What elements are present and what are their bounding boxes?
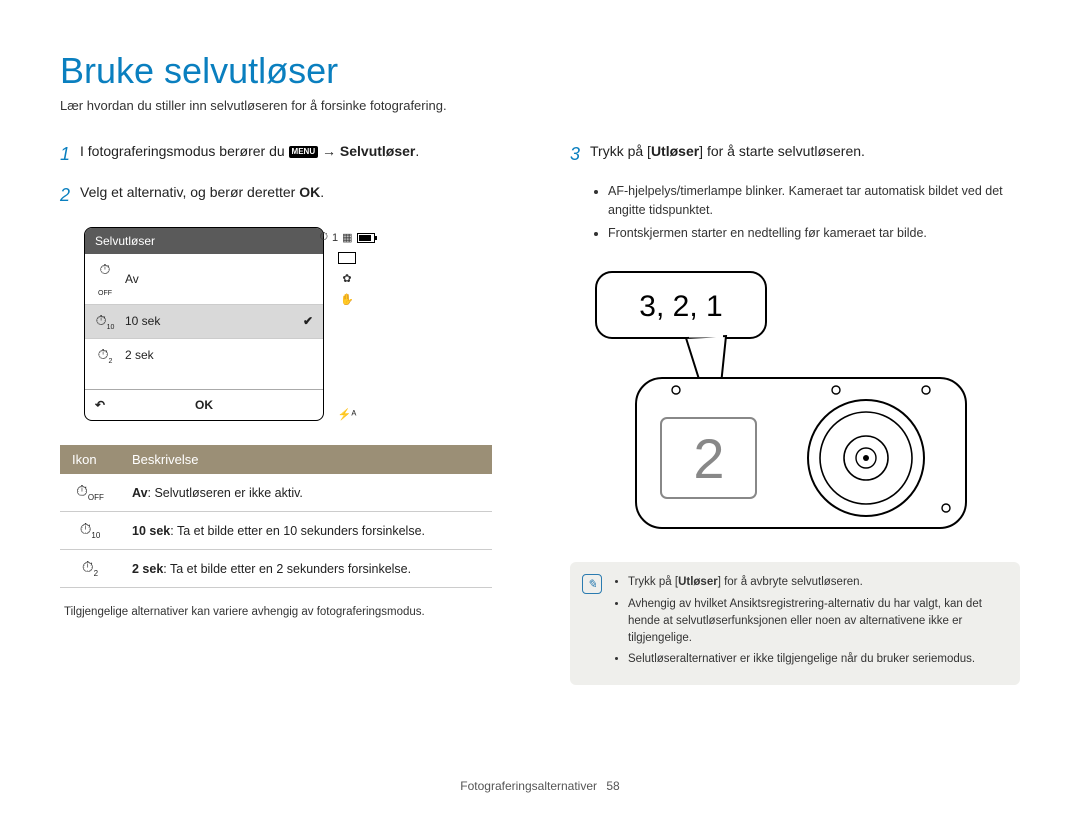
page-title: Bruke selvutløser [60,50,1020,92]
row-bold: Av [132,486,148,500]
step1-bold: Selvutløser [340,143,415,159]
menu-row-label: 10 sek [125,314,160,328]
step3-bullets: AF-hjelpelys/timerlampe blinker. Kamerae… [594,182,1020,242]
menu-row-label: Av [125,272,139,286]
step-2: 2 Velg et alternativ, og berør deretter … [60,182,510,209]
shot-count: 1 [332,232,338,244]
front-screen-number: 2 [693,427,724,490]
table-row: ⏱2 2 sek: Ta et bilde etter en 2 sekunde… [60,550,492,588]
step2-text: Velg et alternativ, og berør deretter [80,184,299,200]
footnote: Tilgjengelige alternativer kan variere a… [64,606,510,618]
table-row: ⏱10 10 sek: Ta et bilde etter en 10 seku… [60,512,492,550]
menu-list: ⏱OFF Av ⏱10 10 sek ✔ ⏱2 2 sek [85,254,323,389]
camera-menu-screenshot: Selvutløser ⏱OFF Av ⏱10 10 sek ✔ ⏱2 2 se… [84,227,510,421]
step-number: 2 [60,182,80,209]
menu-row-label: 2 sek [125,348,154,362]
stabilizer-icon: ✋ [340,293,354,306]
step-1: 1 I fotograferingsmodus berører du MENU … [60,141,510,168]
menu-row-off[interactable]: ⏱OFF Av [85,254,323,305]
step3-bold: Utløser [651,143,699,159]
step3-post: ] for å starte selvutløseren. [699,143,865,159]
row-bold: 10 sek [132,524,170,538]
left-column: 1 I fotograferingsmodus berører du MENU … [60,141,510,685]
footer-section: Fotograferingsalternativer [460,779,597,793]
list-item: AF-hjelpelys/timerlampe blinker. Kamerae… [608,182,1020,220]
camera-illustration: 3, 2, 1 2 [576,268,996,538]
step-number: 1 [60,141,80,168]
timer-off-icon: ⏱OFF [60,474,120,512]
menu-row-2sek[interactable]: ⏱2 2 sek [85,339,323,372]
side-status-icons: ⏱ 1 ▦ ✿ ✋ ⚡ᴬ [334,227,360,421]
list-item: Avhengig av hvilket Ansiktsregistrering-… [628,596,1006,648]
ok-button[interactable]: OK [155,398,253,412]
table-row: ⏱OFF Av: Selvutløseren er ikke aktiv. [60,474,492,512]
info-box: ✎ Trykk på [Utløser] for å avbryte selvu… [570,562,1020,684]
info-icon: ✎ [582,574,602,594]
row-rest: : Ta et bilde etter en 2 sekunders forsi… [163,562,411,576]
table-head-desc: Beskrivelse [120,445,492,474]
menu-box: Selvutløser ⏱OFF Av ⏱10 10 sek ✔ ⏱2 2 se… [84,227,324,421]
menu-header: Selvutløser [85,228,323,254]
check-icon: ✔ [303,314,313,328]
list-item: Frontskjermen starter en nedtelling før … [608,224,1020,243]
timer-off-icon: ⏱OFF [95,261,115,297]
row-rest: : Ta et bilde etter en 10 sekunders fors… [170,524,425,538]
macro-icon: ✿ [342,272,351,285]
row-rest: : Selvutløseren er ikke aktiv. [148,486,303,500]
list-item: Selutløseralternativer er ikke tilgjenge… [628,651,1006,668]
timer-10-icon: ⏱10 [60,512,120,550]
battery-icon [357,233,375,243]
burst-icon: ▦ [342,231,352,244]
arrow-icon: → [322,143,340,159]
bubble-text: 3, 2, 1 [639,290,722,323]
page-footer: Fotograferingsalternativer 58 [0,779,1080,793]
step-3: 3 Trykk på [Utløser] for å starte selvut… [570,141,1020,168]
timer-status-icon: ⏱ [319,231,328,244]
ok-icon: OK [299,184,320,200]
options-table: Ikon Beskrivelse ⏱OFF Av: Selvutløseren … [60,445,492,588]
right-column: 3 Trykk på [Utløser] for å starte selvut… [570,141,1020,685]
menu-icon: MENU [289,146,319,158]
timer-2-icon: ⏱2 [95,346,115,365]
menu-row-10sek[interactable]: ⏱10 10 sek ✔ [85,305,323,339]
flash-auto-icon: ⚡ᴬ [338,408,357,421]
page-subtitle: Lær hvordan du stiller inn selvutløseren… [60,98,1020,113]
step1-pre: I fotograferingsmodus berører du [80,143,289,159]
display-mode-icon [338,252,356,264]
page-number: 58 [606,779,619,793]
step3-pre: Trykk på [ [590,143,651,159]
menu-footer: ↶ OK [85,389,323,420]
step1-post: . [415,143,419,159]
row-bold: 2 sek [132,562,163,576]
timer-10-icon: ⏱10 [95,312,115,331]
list-item: Trykk på [Utløser] for å avbryte selvutl… [628,574,1006,591]
back-button[interactable]: ↶ [95,398,155,412]
step-number: 3 [570,141,590,168]
timer-2-icon: ⏱2 [60,550,120,588]
table-head-icon: Ikon [60,445,120,474]
step2-post: . [320,184,324,200]
